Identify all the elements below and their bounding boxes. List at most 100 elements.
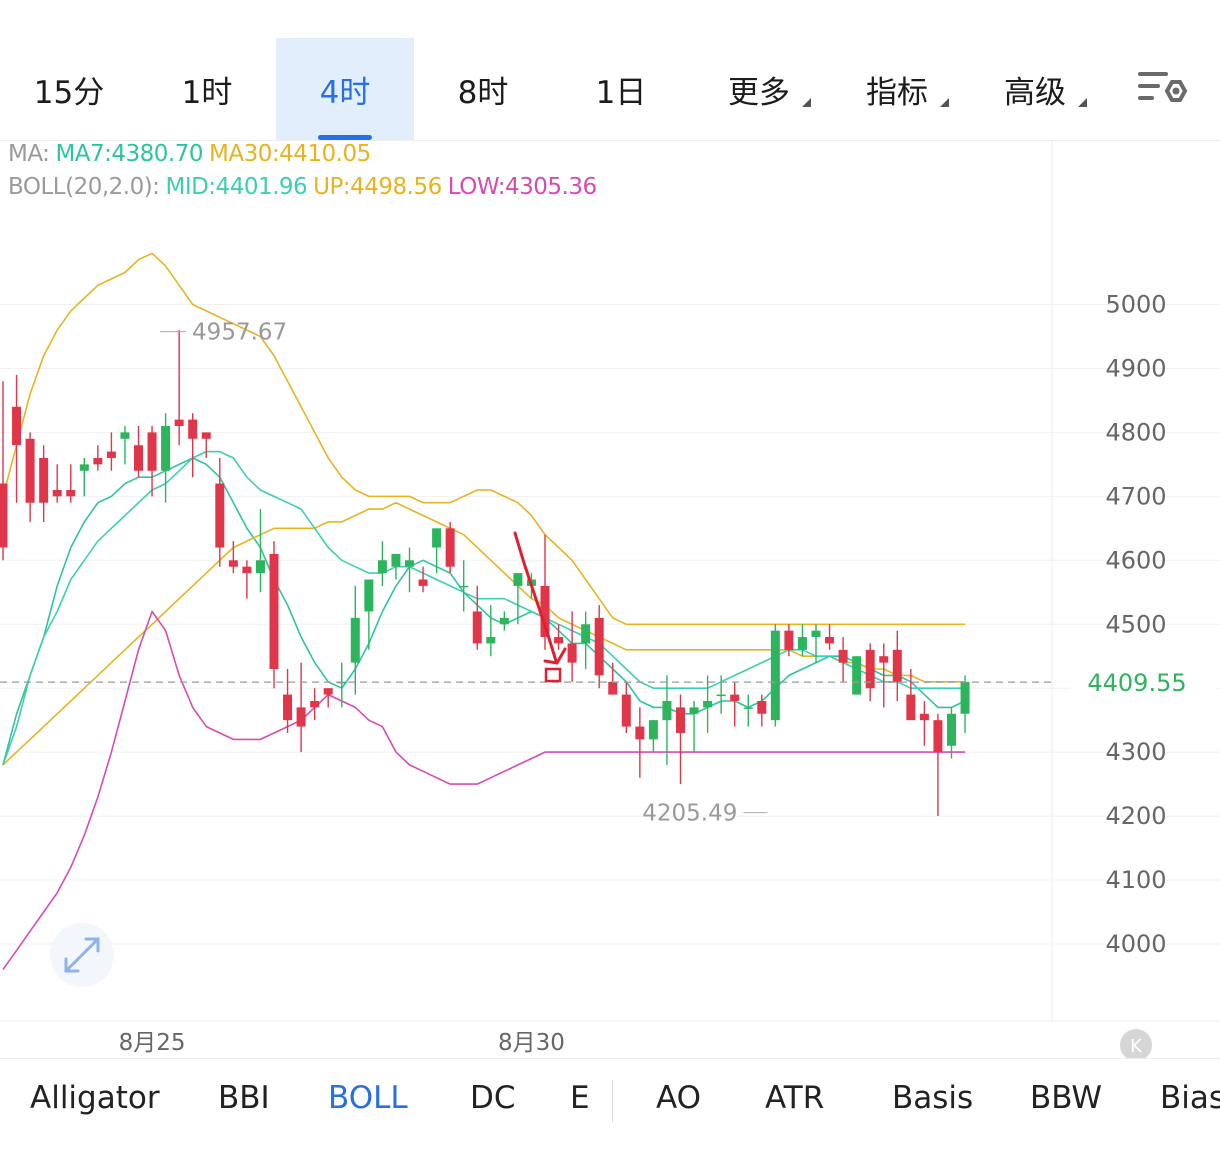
indicator-tab-bbi[interactable]: BBI: [218, 1080, 270, 1116]
candle-body: [648, 720, 658, 740]
candle-body: [418, 579, 428, 586]
indicator-tab-basis[interactable]: Basis: [892, 1080, 973, 1116]
divider: [0, 1058, 1220, 1059]
max-price-label: 4957.67: [192, 320, 287, 346]
candle-body: [797, 637, 807, 650]
candle-body: [134, 445, 143, 471]
candle-body: [486, 637, 496, 644]
candle-body: [730, 694, 740, 701]
candle-body: [947, 713, 956, 746]
tab-label: 高级: [1004, 74, 1066, 111]
tab-4h[interactable]: 4时: [276, 38, 414, 140]
tab-1d[interactable]: 1日: [552, 38, 690, 140]
candle-body: [459, 585, 469, 588]
boll_low-line: [2, 610, 966, 971]
candle-body: [174, 419, 184, 427]
indicator-tab-bbw[interactable]: BBW: [1030, 1080, 1102, 1116]
y-tick-label: 4100: [1105, 866, 1166, 894]
candle-body: [594, 617, 604, 676]
x-tick-label: 8月25: [119, 1030, 186, 1056]
x-tick-label: 8月30: [498, 1030, 565, 1056]
candle-body: [445, 528, 455, 567]
candle-body: [906, 694, 916, 721]
candle-body: [554, 637, 564, 644]
indicator-tab-e[interactable]: E: [570, 1080, 590, 1116]
candle-body: [242, 566, 252, 574]
candle-body: [567, 643, 577, 663]
boll_up-line: [2, 252, 966, 626]
y-tick-label: 4300: [1105, 738, 1166, 766]
annotation-arrow-icon: [513, 531, 558, 663]
candle-body: [310, 700, 320, 708]
tab-1h[interactable]: 1时: [138, 38, 276, 140]
candle-body: [879, 656, 889, 663]
candle-body: [79, 464, 89, 471]
candle-body: [120, 432, 130, 439]
ma7-line: [2, 457, 966, 766]
candle-body: [161, 426, 171, 471]
indicator-tab-bias[interactable]: Bias: [1160, 1080, 1220, 1116]
candle-body: [93, 457, 103, 465]
y-tick-label: 4200: [1105, 802, 1166, 830]
candle-body: [269, 553, 279, 670]
candle-body: [147, 432, 157, 471]
candle-body: [201, 432, 211, 439]
ma30-line: [2, 501, 966, 766]
candle-body: [215, 483, 225, 548]
candle-body: [106, 451, 116, 458]
indicator-tab-dc[interactable]: DC: [470, 1080, 516, 1116]
tab-label: 指标: [866, 74, 928, 111]
candle-body: [405, 560, 414, 567]
y-tick-label: 4700: [1105, 482, 1166, 510]
candle-body: [39, 457, 49, 503]
candle-body: [635, 726, 645, 740]
boll_mid-line: [2, 450, 966, 766]
candle-body: [377, 560, 387, 574]
tab-advanced[interactable]: 高级: [966, 38, 1104, 140]
tab-8h[interactable]: 8时: [414, 38, 552, 140]
indicator-separator: [612, 1080, 613, 1122]
candle-body: [25, 438, 35, 503]
candle-body: [12, 406, 22, 446]
indicator-tab-alligator[interactable]: Alligator: [30, 1080, 160, 1116]
tab-more[interactable]: 更多: [690, 38, 828, 140]
tab-indicators[interactable]: 指标: [828, 38, 966, 140]
candle-body: [581, 624, 591, 644]
tab-label: 4时: [319, 74, 371, 111]
candle-body: [770, 630, 780, 721]
collapse-icon-glyph: K: [1130, 1036, 1143, 1057]
annotation-box: [544, 667, 562, 683]
dropdown-corner-icon: [940, 98, 949, 107]
y-tick-label: 4600: [1105, 546, 1166, 574]
candle-body: [52, 489, 62, 497]
indicator-tab-atr[interactable]: ATR: [765, 1080, 824, 1116]
candle-body: [811, 630, 821, 638]
candle-body: [472, 611, 482, 644]
candle-body: [743, 707, 753, 709]
candle-body: [892, 649, 902, 682]
indicator-tab-boll[interactable]: BOLL: [328, 1080, 408, 1116]
candle-body: [391, 553, 401, 567]
candle-body: [825, 637, 835, 644]
candle-body: [513, 573, 523, 586]
candle-body: [689, 707, 699, 714]
dropdown-corner-icon: [1078, 98, 1087, 107]
tab-15m[interactable]: 15分: [0, 38, 138, 140]
candle-body: [499, 617, 509, 625]
candlestick-chart[interactable]: 4000410042004300440045004600470048004900…: [0, 141, 1220, 1058]
chart-settings-icon[interactable]: [1136, 68, 1188, 112]
y-tick-label: 4900: [1105, 354, 1166, 382]
candle-body: [621, 694, 631, 727]
tab-label: 8时: [457, 74, 509, 111]
candle-body: [838, 649, 848, 663]
candle-body: [350, 617, 360, 663]
candle-body: [676, 707, 685, 733]
tab-label: 15分: [33, 74, 105, 111]
candle-body: [716, 694, 726, 697]
candle-body: [364, 579, 374, 612]
candle-body: [757, 700, 767, 714]
y-tick-label: 4500: [1105, 610, 1166, 638]
candle-body: [0, 483, 8, 548]
candle-body: [933, 720, 943, 753]
indicator-tab-ao[interactable]: AO: [656, 1080, 701, 1116]
